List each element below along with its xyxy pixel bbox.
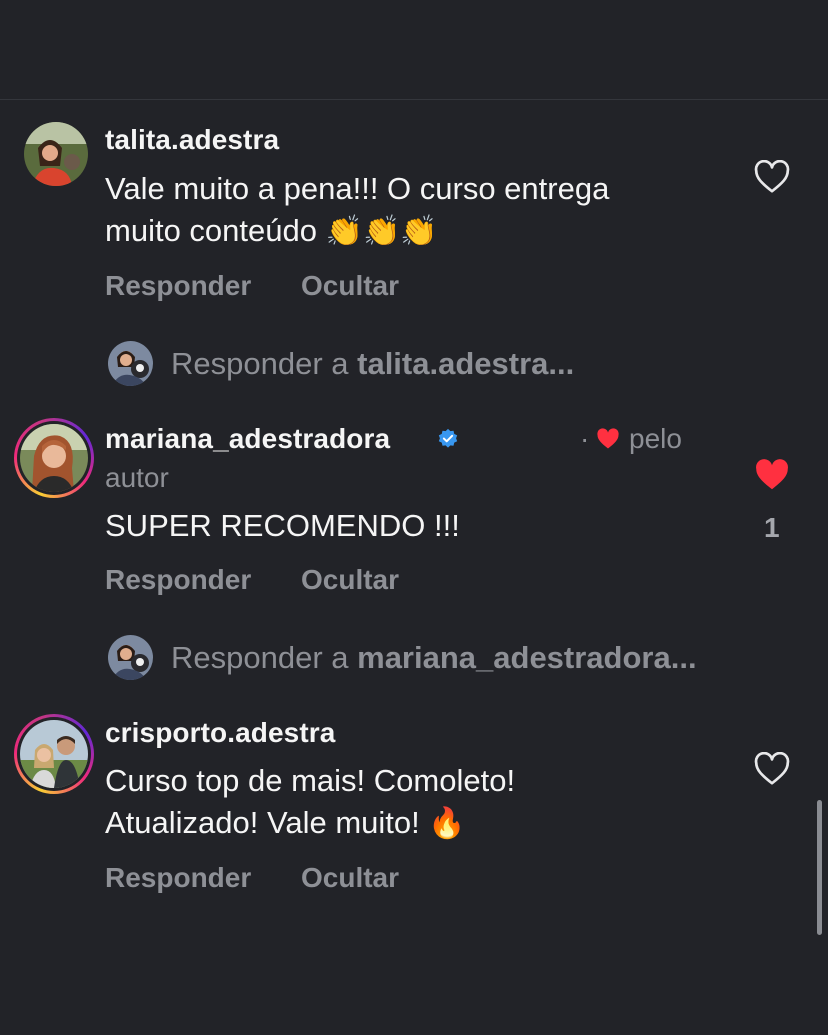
scrollbar[interactable] <box>817 800 822 935</box>
avatar[interactable] <box>20 720 88 788</box>
reply-button[interactable]: Responder <box>105 862 251 894</box>
liked-by-author-dot: · <box>580 423 590 454</box>
comment-username[interactable]: mariana_adestradora <box>105 423 390 455</box>
reply-prompt-target: talita.adestra... <box>357 346 575 381</box>
reply-button[interactable]: Responder <box>105 270 251 302</box>
comment-text-fragment: Atualizado! Vale muito! <box>105 805 420 840</box>
header-divider <box>0 99 828 100</box>
hide-button[interactable]: Ocultar <box>301 862 399 894</box>
own-avatar <box>108 635 153 680</box>
comment-text-fragment: muito conteúdo <box>105 213 317 248</box>
comment-text: SUPER RECOMENDO !!! <box>105 508 460 543</box>
comment-text: Curso top de mais! Comoleto! Atualizado!… <box>105 760 745 845</box>
liked-by-author-label: autor <box>105 462 169 493</box>
comment-text-line: Curso top de mais! Comoleto! <box>105 763 516 798</box>
fire-emoji: 🔥 <box>428 806 466 841</box>
own-avatar <box>108 341 153 386</box>
reply-prompt-prefix: Responder a <box>171 640 358 675</box>
small-heart-icon <box>597 428 619 449</box>
liked-by-author-label: pelo <box>629 423 682 454</box>
like-heart-outline-icon[interactable] <box>754 751 790 786</box>
hide-button[interactable]: Ocultar <box>301 564 399 596</box>
verified-badge-icon <box>438 428 458 448</box>
comment-text-line: Atualizado! Vale muito! 🔥 <box>105 802 745 845</box>
comments-screen: talita.adestra Vale muito a pena!!! O cu… <box>0 0 828 1035</box>
reply-button[interactable]: Responder <box>105 564 251 596</box>
reply-prompt-prefix: Responder a <box>171 346 358 381</box>
comment-text-line: muito conteúdo 👏👏👏 <box>105 210 745 253</box>
reply-to-prompt[interactable]: Responder a mariana_adestradora... <box>171 640 697 676</box>
like-heart-filled-icon[interactable] <box>754 458 790 492</box>
comment-text-line: Vale muito a pena!!! O curso entrega <box>105 171 610 206</box>
clapping-emoji: 👏👏👏 <box>325 214 438 249</box>
hide-button[interactable]: Ocultar <box>301 270 399 302</box>
reply-prompt-target: mariana_adestradora... <box>357 640 697 675</box>
avatar[interactable] <box>24 122 88 186</box>
comment-username[interactable]: talita.adestra <box>105 124 279 156</box>
comment-username[interactable]: crisporto.adestra <box>105 717 335 749</box>
avatar[interactable] <box>20 424 88 492</box>
like-heart-outline-icon[interactable] <box>754 159 790 194</box>
comment-text: Vale muito a pena!!! O curso entrega mui… <box>105 168 745 253</box>
reply-to-prompt[interactable]: Responder a talita.adestra... <box>171 346 574 382</box>
like-count: 1 <box>764 512 780 543</box>
